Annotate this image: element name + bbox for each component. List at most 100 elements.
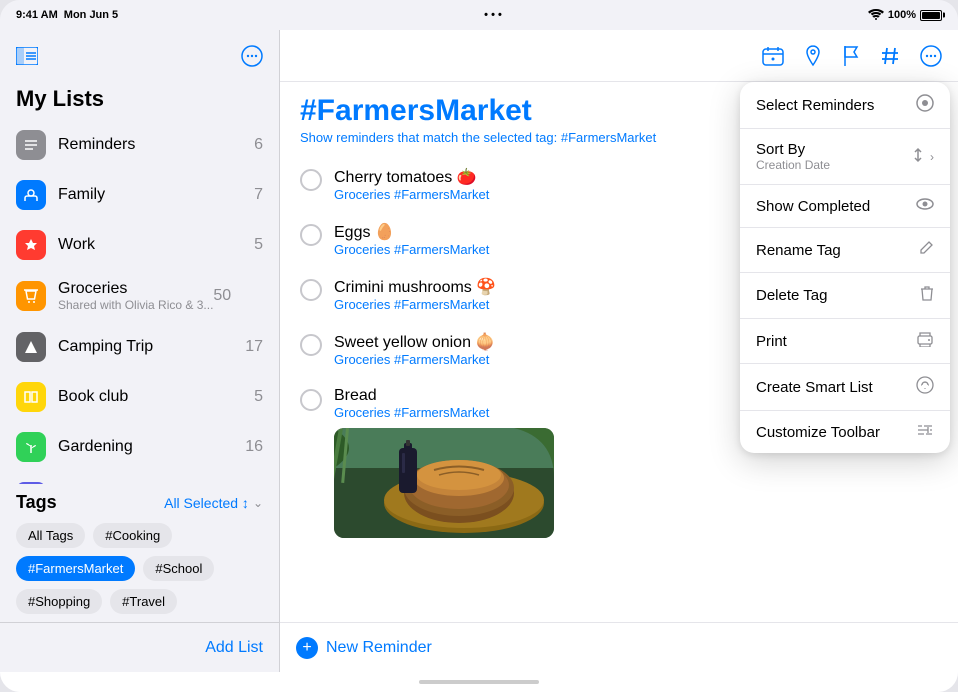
add-list-bar: Add List (0, 622, 279, 672)
main-subtitle-prefix: Show reminders that match the selected t… (300, 130, 561, 145)
rename-tag-icon (918, 240, 934, 260)
status-date: Mon Jun 5 (64, 9, 118, 21)
tag-chip-school[interactable]: #School (143, 556, 214, 581)
sidebar-more-button[interactable] (241, 45, 263, 67)
bottom-bar: + New Reminder (280, 622, 958, 672)
home-indicator (0, 672, 958, 692)
wifi-icon (868, 8, 884, 23)
sidebar-item-gardening-label: Gardening (58, 438, 245, 456)
sidebar-item-camping-label: Camping Trip (58, 338, 245, 356)
sidebar-item-groceries-shared: Shared with Olivia Rico & 3... (58, 298, 213, 312)
select-reminders-icon (916, 94, 934, 116)
flag-toolbar-button[interactable] (842, 45, 860, 67)
sidebar-item-work[interactable]: Work 5 (8, 220, 271, 270)
delete-tag-icon (920, 285, 934, 306)
main-subtitle-tag: #FarmersMarket (561, 130, 656, 145)
reminder-checkbox-3[interactable] (300, 279, 322, 301)
tag-chip-all[interactable]: All Tags (16, 523, 85, 548)
dropdown-show-completed[interactable]: Show Completed (740, 185, 950, 228)
sidebar-item-gardening[interactable]: Gardening 16 (8, 422, 271, 472)
bread-image (334, 428, 554, 538)
print-icon (916, 331, 934, 351)
reminder-checkbox-2[interactable] (300, 224, 322, 246)
status-bar-left: 9:41 AM Mon Jun 5 (16, 9, 118, 21)
sidebar-item-groceries-label: Groceries (58, 280, 213, 298)
reminder-checkbox-1[interactable] (300, 169, 322, 191)
reminders-icon (16, 130, 46, 160)
sort-icon (910, 147, 926, 167)
status-bar: 9:41 AM Mon Jun 5 • • • 100% (0, 0, 958, 30)
location-toolbar-button[interactable] (804, 45, 822, 67)
dropdown-delete-tag[interactable]: Delete Tag (740, 273, 950, 319)
battery-percent: 100% (888, 9, 916, 21)
sidebar-item-groceries[interactable]: Groceries Shared with Olivia Rico & 3...… (8, 270, 271, 322)
sidebar-title: My Lists (0, 82, 279, 120)
sidebar: My Lists Reminders 6 (0, 30, 280, 672)
dropdown-rename-tag-label: Rename Tag (756, 242, 841, 259)
sidebar-item-family[interactable]: Family 7 (8, 170, 271, 220)
tags-all-selected-group[interactable]: All Selected ↕ ⌄ (164, 495, 263, 511)
new-reminder-button[interactable]: + New Reminder (296, 637, 432, 659)
dropdown-delete-tag-label: Delete Tag (756, 287, 827, 304)
sidebar-item-gardening-count: 16 (245, 438, 263, 456)
dropdown-customize-toolbar[interactable]: Customize Toolbar (740, 411, 950, 453)
tag-chip-travel[interactable]: #Travel (110, 589, 177, 614)
status-bar-center: • • • (484, 9, 502, 21)
main-panel: #FarmersMarket Show reminders that match… (280, 30, 958, 672)
camping-icon (16, 332, 46, 362)
home-bar (419, 680, 539, 684)
sort-chevron-icon: › (930, 150, 934, 164)
dropdown-select-reminders[interactable]: Select Reminders (740, 82, 950, 129)
groceries-name-wrap: Groceries Shared with Olivia Rico & 3... (58, 280, 213, 312)
ipad-frame: 9:41 AM Mon Jun 5 • • • 100% (0, 0, 958, 692)
tags-chevron-icon: ⌄ (253, 496, 263, 510)
dropdown-print[interactable]: Print (740, 319, 950, 364)
bookclub-icon (16, 382, 46, 412)
sidebar-toolbar (0, 30, 279, 82)
sidebar-item-reminders-label: Reminders (58, 136, 254, 154)
groceries-icon (16, 281, 46, 311)
tags-header: Tags All Selected ↕ ⌄ (16, 492, 263, 513)
reminder-checkbox-5[interactable] (300, 389, 322, 411)
dots: • • • (484, 9, 502, 21)
battery-icon (920, 10, 942, 21)
sidebar-item-bookclub[interactable]: Book club 5 (8, 372, 271, 422)
sidebar-item-plants[interactable]: Plants to get 4 (8, 472, 271, 484)
hashtag-toolbar-button[interactable] (880, 46, 900, 66)
sidebar-item-groceries-count: 50 (213, 287, 231, 305)
add-list-button[interactable]: Add List (205, 639, 263, 657)
sidebar-item-camping[interactable]: Camping Trip 17 (8, 322, 271, 372)
toolbar-icons (762, 45, 942, 67)
dropdown-print-label: Print (756, 333, 787, 350)
calendar-toolbar-button[interactable] (762, 46, 784, 66)
new-reminder-plus-icon: + (296, 637, 318, 659)
main-toolbar (280, 30, 958, 82)
tags-all-selected-label: All Selected ↕ (164, 495, 249, 511)
sidebar-item-bookclub-count: 5 (254, 388, 263, 406)
dropdown-create-smart-list[interactable]: Create Smart List (740, 364, 950, 411)
new-reminder-label: New Reminder (326, 639, 432, 657)
tags-chips: All Tags #Cooking #FarmersMarket #School… (16, 523, 263, 614)
main-content: My Lists Reminders 6 (0, 30, 958, 672)
work-icon (16, 230, 46, 260)
tag-chip-farmersmarket[interactable]: #FarmersMarket (16, 556, 135, 581)
gardening-icon (16, 432, 46, 462)
sidebar-item-work-label: Work (58, 236, 254, 254)
tags-title: Tags (16, 492, 57, 513)
family-icon (16, 180, 46, 210)
reminder-checkbox-4[interactable] (300, 334, 322, 356)
sidebar-item-family-count: 7 (254, 186, 263, 204)
sidebar-item-reminders[interactable]: Reminders 6 (8, 120, 271, 170)
dropdown-sort-by[interactable]: Sort By Creation Date › (740, 129, 950, 185)
dropdown-customize-label: Customize Toolbar (756, 424, 880, 441)
sidebar-item-camping-count: 17 (245, 338, 263, 356)
dropdown-select-label: Select Reminders (756, 97, 874, 114)
sidebar-item-reminders-count: 6 (254, 136, 263, 154)
main-more-button[interactable] (920, 45, 942, 67)
tag-chip-cooking[interactable]: #Cooking (93, 523, 172, 548)
tag-chip-shopping[interactable]: #Shopping (16, 589, 102, 614)
create-smart-icon (916, 376, 934, 398)
dropdown-rename-tag[interactable]: Rename Tag (740, 228, 950, 273)
sidebar-toggle-button[interactable] (16, 47, 38, 65)
status-bar-right: 100% (868, 8, 942, 23)
